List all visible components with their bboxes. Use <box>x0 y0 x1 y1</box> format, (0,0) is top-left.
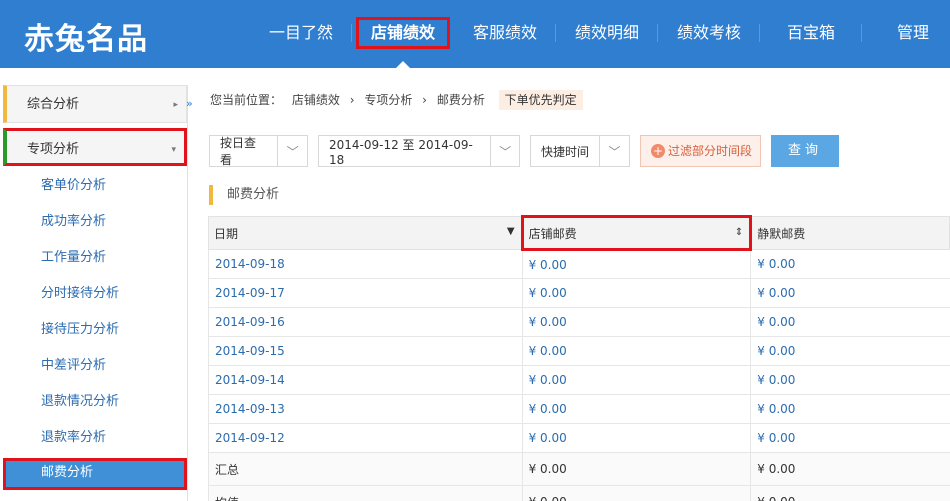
postage-cell: ¥ 0.00 <box>521 365 751 395</box>
summary-row: 均值¥ 0.00¥ 0.00 <box>208 485 950 501</box>
table-row: 2014-09-13 ¥ 0.00 ¥ 0.00 <box>208 394 950 424</box>
postage-table: 日期 ▼ 店铺邮费 ⇕ 静默邮费 2014-09-18 ¥ 0.00 ¥ 0.00 201… <box>208 215 950 501</box>
chevron-down-icon: ﹀ <box>277 136 307 166</box>
breadcrumb-item-postage: 邮费分析 <box>436 93 485 107</box>
table-body: 2014-09-18 ¥ 0.00 ¥ 0.00 2014-09-17 ¥ 0.00 ¥ … <box>208 249 950 501</box>
date-cell[interactable]: 2014-09-14 <box>208 365 523 395</box>
chevron-down-icon: ﹀ <box>490 136 519 166</box>
sidebar-item-workload[interactable]: 工作量分析 <box>3 240 187 276</box>
sidebar-item-avg-order[interactable]: 客单价分析 <box>3 168 187 204</box>
sidebar-group-overall[interactable]: 综合分析 ▸ <box>3 85 187 123</box>
collapse-sidebar-icon[interactable]: » <box>186 97 198 113</box>
table-row: 2014-09-17 ¥ 0.00 ¥ 0.00 <box>208 278 950 308</box>
chevron-down-icon: ▾ <box>171 145 176 155</box>
breadcrumb-item-special[interactable]: 专项分析 <box>364 93 412 107</box>
sidebar-item-bad-review[interactable]: 中差评分析 <box>3 348 187 384</box>
active-caret-icon <box>396 61 410 68</box>
postage-cell: ¥ 0.00 <box>521 249 751 279</box>
sidebar: 综合分析 ▸ 专项分析 ▾ 客单价分析 成功率分析 工作量分析 分时接待分析 接… <box>3 85 188 501</box>
quick-time-select[interactable]: 快捷时间 ﹀ <box>530 135 630 167</box>
nav-service-performance[interactable]: 客服绩效 <box>454 0 556 68</box>
date-cell[interactable]: 2014-09-13 <box>208 394 523 424</box>
chevron-down-icon: ﹀ <box>599 136 629 166</box>
summary-value: ¥ 0.00 <box>521 485 751 501</box>
summary-label: 汇总 <box>208 452 523 486</box>
sort-icon: ⇕ <box>734 227 744 238</box>
postage-cell: ¥ 0.00 <box>750 278 950 308</box>
view-mode-select[interactable]: 按日查看 ﹀ <box>209 135 308 167</box>
filter-time-button[interactable]: + 过滤部分时间段 <box>640 135 762 167</box>
column-header-silent-postage[interactable]: 静默邮费 <box>750 216 950 250</box>
chevron-right-icon: ▸ <box>173 100 178 110</box>
section-title: 邮费分析 <box>209 185 279 205</box>
table-row: 2014-09-18 ¥ 0.00 ¥ 0.00 <box>208 249 950 279</box>
top-header: 赤兔名品 一目了然 店铺绩效 客服绩效 绩效明细 绩效考核 百宝箱 管理 <box>0 0 950 68</box>
sidebar-group-special[interactable]: 专项分析 ▾ <box>3 128 187 166</box>
app-logo[interactable]: 赤兔名品 <box>24 14 148 58</box>
postage-cell: ¥ 0.00 <box>521 278 751 308</box>
sidebar-item-hourly-reception[interactable]: 分时接待分析 <box>3 276 187 312</box>
sidebar-item-postage[interactable]: 邮费分析 <box>3 458 187 490</box>
filter-toolbar: 按日查看 ﹀ 2014-09-12 至 2014-09-18 ﹀ 快捷时间 ﹀ … <box>209 135 840 167</box>
summary-value: ¥ 0.00 <box>750 485 950 501</box>
date-range-picker[interactable]: 2014-09-12 至 2014-09-18 ﹀ <box>318 135 520 167</box>
postage-cell: ¥ 0.00 <box>750 336 950 366</box>
postage-cell: ¥ 0.00 <box>750 423 950 453</box>
summary-value: ¥ 0.00 <box>750 452 950 486</box>
sidebar-item-reception-pressure[interactable]: 接待压力分析 <box>3 312 187 348</box>
breadcrumb-sep-icon: › <box>422 93 427 107</box>
date-cell[interactable]: 2014-09-17 <box>208 278 523 308</box>
date-cell[interactable]: 2014-09-15 <box>208 336 523 366</box>
table-row: 2014-09-12 ¥ 0.00 ¥ 0.00 <box>208 423 950 453</box>
column-header-shop-postage[interactable]: 店铺邮费 ⇕ <box>520 215 753 251</box>
nav-performance-review[interactable]: 绩效考核 <box>658 0 760 68</box>
postage-cell: ¥ 0.00 <box>521 307 751 337</box>
summary-value: ¥ 0.00 <box>521 452 751 486</box>
sidebar-item-refund-rate[interactable]: 退款率分析 <box>3 420 187 456</box>
postage-cell: ¥ 0.00 <box>521 423 751 453</box>
date-cell[interactable]: 2014-09-18 <box>208 249 523 279</box>
table-row: 2014-09-14 ¥ 0.00 ¥ 0.00 <box>208 365 950 395</box>
sidebar-item-success-rate[interactable]: 成功率分析 <box>3 204 187 240</box>
nav-overview[interactable]: 一目了然 <box>250 0 352 68</box>
sidebar-sub-list: 客单价分析 成功率分析 工作量分析 分时接待分析 接待压力分析 中差评分析 退款… <box>3 168 187 490</box>
nav-toolbox[interactable]: 百宝箱 <box>760 0 862 68</box>
plus-icon: + <box>651 144 665 158</box>
date-cell[interactable]: 2014-09-12 <box>208 423 523 453</box>
breadcrumb: 您当前位置： 店铺绩效 › 专项分析 › 邮费分析 下单优先判定 <box>210 88 589 112</box>
query-button[interactable]: 查询 <box>771 135 840 167</box>
sidebar-item-refund-status[interactable]: 退款情况分析 <box>3 384 187 420</box>
table-row: 2014-09-16 ¥ 0.00 ¥ 0.00 <box>208 307 950 337</box>
postage-cell: ¥ 0.00 <box>750 307 950 337</box>
breadcrumb-item-shop[interactable]: 店铺绩效 <box>292 93 340 107</box>
main-nav: 一目了然 店铺绩效 客服绩效 绩效明细 绩效考核 百宝箱 管理 <box>250 0 950 68</box>
nav-manage[interactable]: 管理 <box>862 0 950 68</box>
summary-label: 均值 <box>208 485 523 501</box>
postage-cell: ¥ 0.00 <box>750 365 950 395</box>
postage-cell: ¥ 0.00 <box>750 394 950 424</box>
postage-cell: ¥ 0.00 <box>521 336 751 366</box>
column-header-date[interactable]: 日期 ▼ <box>208 216 523 250</box>
table-row: 2014-09-15 ¥ 0.00 ¥ 0.00 <box>208 336 950 366</box>
date-cell[interactable]: 2014-09-16 <box>208 307 523 337</box>
summary-row: 汇总 ¥ 0.00 ¥ 0.00 <box>208 452 950 486</box>
sort-down-icon: ▼ <box>506 226 515 237</box>
breadcrumb-prefix: 您当前位置： <box>210 93 283 107</box>
order-priority-badge[interactable]: 下单优先判定 <box>498 90 583 110</box>
breadcrumb-sep-icon: › <box>349 93 355 107</box>
postage-cell: ¥ 0.00 <box>750 249 950 279</box>
postage-cell: ¥ 0.00 <box>521 394 751 424</box>
nav-performance-detail[interactable]: 绩效明细 <box>556 0 658 68</box>
nav-shop-performance[interactable]: 店铺绩效 <box>352 0 454 68</box>
